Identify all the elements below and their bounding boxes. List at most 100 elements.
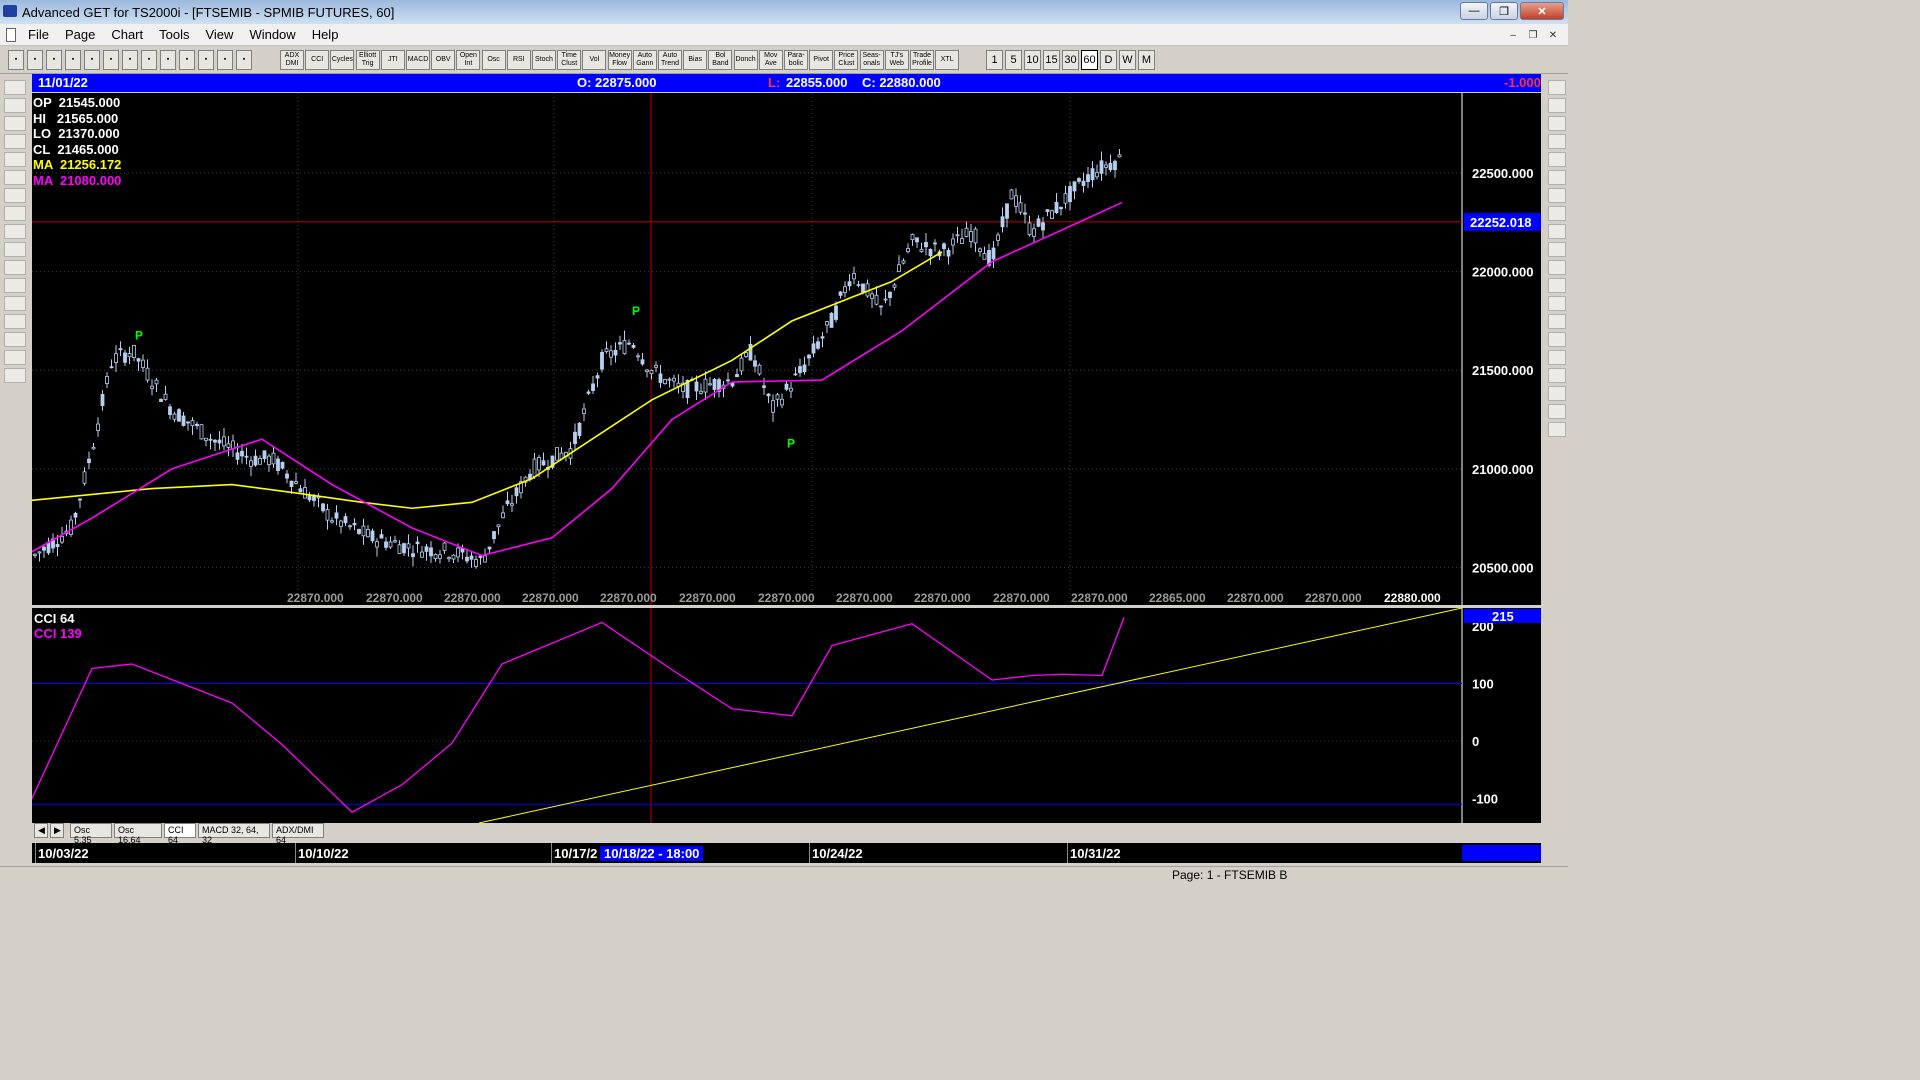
tool-para-bolic[interactable]: Para-bolic	[784, 50, 808, 70]
tab-scroll-left-icon[interactable]: ◀	[34, 823, 48, 838]
tool-time-clust[interactable]: Time Clust	[557, 50, 582, 70]
print-icon[interactable]: ▪	[198, 50, 214, 70]
tool-bol-band[interactable]: Bol Band	[708, 50, 733, 70]
tab-scroll-right-icon[interactable]: ▶	[50, 823, 64, 838]
interval-d[interactable]: D	[1100, 50, 1117, 70]
tool-price-clust[interactable]: Price Clust	[834, 50, 859, 70]
grid-icon[interactable]: ▪	[179, 50, 195, 70]
fib-retracement-icon[interactable]	[1548, 134, 1566, 149]
fib-time-icon[interactable]	[1548, 170, 1566, 185]
grid-icon[interactable]	[1548, 296, 1566, 311]
target-icon[interactable]	[1548, 386, 1566, 401]
arrow-left-icon[interactable]	[4, 206, 26, 221]
arrow-down-icon[interactable]	[4, 188, 26, 203]
ellipse-icon[interactable]	[1548, 242, 1566, 257]
interval-5[interactable]: 5	[1005, 50, 1022, 70]
text-icon[interactable]	[1548, 332, 1566, 347]
tool-donch[interactable]: Donch	[733, 50, 758, 70]
tab-macd-32-64-32[interactable]: MACD 32, 64, 32	[198, 823, 270, 845]
interval-15[interactable]: 15	[1043, 50, 1060, 70]
tool-elliott-trig[interactable]: Elliott Trig	[355, 50, 380, 70]
help-what-icon[interactable]: ▪	[236, 50, 252, 70]
objects-icon[interactable]	[4, 98, 26, 113]
fib-extension-icon[interactable]	[1548, 152, 1566, 167]
pointer-icon[interactable]: ▪	[8, 50, 24, 70]
tool-xtl[interactable]: XTL	[935, 50, 960, 70]
print-preview-icon[interactable]: ▪	[103, 50, 119, 70]
compress-icon[interactable]	[4, 242, 26, 257]
study-icon[interactable]	[4, 134, 26, 149]
layers-icon[interactable]	[1548, 404, 1566, 419]
tool-pivot[interactable]: Pivot	[809, 50, 834, 70]
expand-icon[interactable]	[4, 260, 26, 275]
snapshot-icon[interactable]	[4, 368, 26, 383]
close-button[interactable]: ✕	[1520, 2, 1564, 20]
tab-adx-dmi-64[interactable]: ADX/DMI 64	[272, 823, 324, 845]
channel-icon[interactable]	[1548, 260, 1566, 275]
pti-icon[interactable]	[1548, 278, 1566, 293]
paste-icon[interactable]: ▪	[141, 50, 157, 70]
elliott-icon[interactable]	[4, 152, 26, 167]
copy-icon[interactable]: ▪	[122, 50, 138, 70]
eraser-icon[interactable]	[1548, 368, 1566, 383]
tool-obv[interactable]: OBV	[431, 50, 456, 70]
mdi-minimize-icon[interactable]: –	[1504, 27, 1522, 43]
zoom-vertical-icon[interactable]	[4, 278, 26, 293]
line-icon[interactable]	[1548, 116, 1566, 131]
menu-window[interactable]: Window	[245, 27, 299, 42]
menu-help[interactable]: Help	[308, 27, 343, 42]
tool-adx-dmi[interactable]: ADX DMI	[280, 50, 304, 70]
tool-vol[interactable]: Vol	[582, 50, 607, 70]
double-quote-icon[interactable]: ▪	[27, 50, 43, 70]
pencil-icon[interactable]	[1548, 98, 1566, 113]
open-icon[interactable]: ▪	[65, 50, 81, 70]
circle-icon[interactable]	[1548, 188, 1566, 203]
tool-trade-profile[interactable]: Trade Profile	[910, 50, 934, 70]
zoom-icon[interactable]	[1548, 350, 1566, 365]
mdi-restore-icon[interactable]: ❐	[1524, 27, 1542, 43]
maximize-button[interactable]: ❐	[1490, 2, 1518, 20]
reset-icon[interactable]	[4, 116, 26, 131]
interval-10[interactable]: 10	[1024, 50, 1041, 70]
price-chart[interactable]: 22500.000 22000.000 21500.000 21000.000 2050…	[32, 93, 1541, 823]
zoom-icon[interactable]: ▪	[160, 50, 176, 70]
menu-page[interactable]: Page	[61, 27, 99, 42]
tool-bias[interactable]: Bias	[683, 50, 708, 70]
tool-macd[interactable]: MACD	[406, 50, 430, 70]
tool-money-flow[interactable]: Money Flow	[607, 50, 632, 70]
folder-icon[interactable]	[4, 80, 26, 95]
square-icon[interactable]	[1548, 224, 1566, 239]
cross-icon[interactable]	[4, 350, 26, 365]
interval-60[interactable]: 60	[1081, 50, 1098, 70]
tool-cci[interactable]: CCI	[305, 50, 330, 70]
panel-separator[interactable]	[32, 605, 1541, 608]
minimize-button[interactable]: —	[1460, 2, 1488, 20]
close-icon[interactable]	[1548, 80, 1566, 95]
gann-icon[interactable]	[4, 332, 26, 347]
cci-trend-line[interactable]	[478, 607, 1463, 823]
menu-view[interactable]: View	[201, 27, 237, 42]
fib-bands-icon[interactable]	[1548, 314, 1566, 329]
tool-mov-ave[interactable]: Mov Ave	[758, 50, 783, 70]
tool-auto-trend[interactable]: Auto Trend	[658, 50, 682, 70]
arrow-right-icon[interactable]	[4, 224, 26, 239]
lines-icon[interactable]	[4, 314, 26, 329]
document-icon[interactable]	[6, 27, 16, 42]
interval-w[interactable]: W	[1119, 50, 1136, 70]
fan-icon[interactable]	[1548, 206, 1566, 221]
tool-seas-onals[interactable]: Seas-onals	[859, 50, 884, 70]
grid-icon[interactable]	[4, 296, 26, 311]
tool-open-int[interactable]: Open Int	[456, 50, 481, 70]
help-icon[interactable]: ▪	[217, 50, 233, 70]
tool-auto-gann[interactable]: Auto Gann	[632, 50, 657, 70]
interval-m[interactable]: M	[1138, 50, 1155, 70]
new-icon[interactable]: ▪	[46, 50, 62, 70]
interval-1[interactable]: 1	[986, 50, 1003, 70]
menu-file[interactable]: File	[24, 27, 53, 42]
interval-30[interactable]: 30	[1062, 50, 1079, 70]
menu-chart[interactable]: Chart	[107, 27, 147, 42]
undo-icon[interactable]	[1548, 422, 1566, 437]
tab-osc-16-64[interactable]: Osc 16,64	[114, 823, 162, 845]
tab-cci-64[interactable]: CCI 64	[164, 823, 196, 845]
mdi-close-icon[interactable]: ✕	[1544, 27, 1562, 43]
